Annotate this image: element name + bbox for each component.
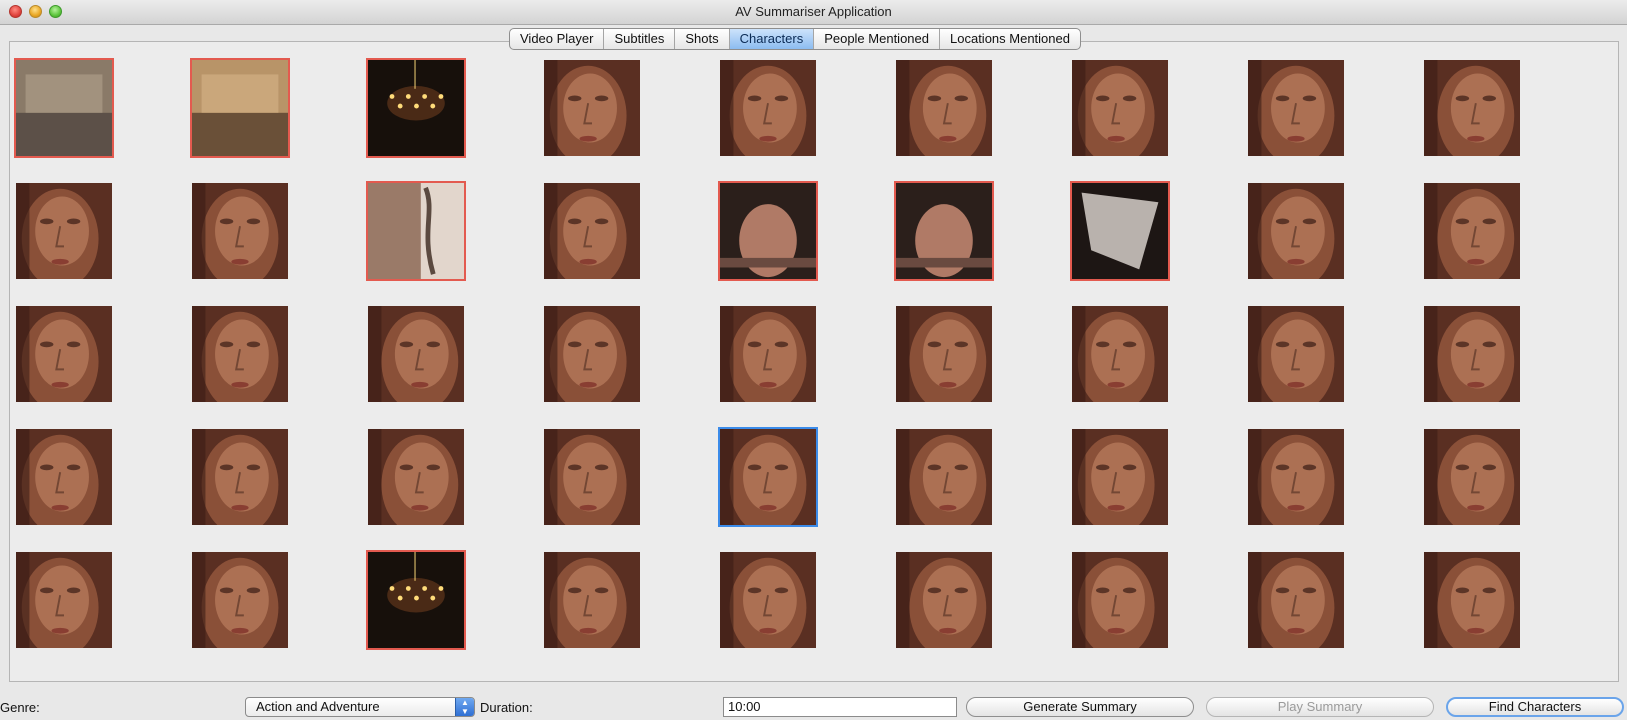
tab-subtitles[interactable]: Subtitles — [604, 29, 676, 49]
character-thumbnail[interactable] — [1246, 427, 1346, 527]
character-thumbnail[interactable] — [190, 58, 290, 158]
character-thumbnail[interactable] — [542, 304, 642, 404]
control-bar: Genre: Action and Adventure ▲ ▼ Duration:… — [0, 694, 1627, 720]
tab-shots[interactable]: Shots — [675, 29, 730, 49]
character-thumbnail[interactable] — [1246, 304, 1346, 404]
genre-select-value: Action and Adventure — [256, 699, 380, 714]
tab-bar: Video Player Subtitles Shots Characters Peop… — [509, 28, 1081, 50]
genre-select[interactable]: Action and Adventure ▲ ▼ — [245, 697, 475, 717]
character-thumbnail[interactable] — [894, 181, 994, 281]
character-thumbnail[interactable] — [366, 181, 466, 281]
tab-characters[interactable]: Characters — [729, 29, 815, 49]
character-thumbnail[interactable] — [366, 304, 466, 404]
character-thumbnail[interactable] — [366, 58, 466, 158]
character-thumbnail[interactable] — [1422, 550, 1522, 650]
character-thumbnail[interactable] — [1246, 58, 1346, 158]
character-thumbnail[interactable] — [190, 181, 290, 281]
character-thumbnail[interactable] — [1422, 58, 1522, 158]
character-thumbnail[interactable] — [894, 550, 994, 650]
character-thumbnail[interactable] — [14, 427, 114, 527]
tab-people-mentioned[interactable]: People Mentioned — [814, 29, 940, 49]
character-thumbnail[interactable] — [1246, 550, 1346, 650]
character-thumbnail[interactable] — [1422, 427, 1522, 527]
genre-label: Genre: — [0, 700, 40, 715]
character-thumbnail[interactable] — [366, 427, 466, 527]
generate-summary-button[interactable]: Generate Summary — [966, 697, 1194, 717]
character-thumbnail[interactable] — [718, 304, 818, 404]
tab-locations-mentioned[interactable]: Locations Mentioned — [940, 29, 1080, 49]
window-title: AV Summariser Application — [735, 4, 892, 19]
tab-video-player[interactable]: Video Player — [510, 29, 605, 49]
character-thumbnail[interactable] — [542, 58, 642, 158]
character-thumbnail[interactable] — [1070, 58, 1170, 158]
character-thumbnail[interactable] — [1422, 181, 1522, 281]
character-thumbnail[interactable] — [894, 427, 994, 527]
character-thumbnail[interactable] — [1070, 181, 1170, 281]
character-thumbnail[interactable] — [190, 304, 290, 404]
duration-label: Duration: — [480, 700, 533, 715]
character-thumbnail[interactable] — [542, 550, 642, 650]
character-thumbnail[interactable] — [1070, 427, 1170, 527]
app-window: AV Summariser Application Video Player Su… — [0, 0, 1627, 720]
character-thumbnail[interactable] — [1070, 550, 1170, 650]
character-thumbnail[interactable] — [366, 550, 466, 650]
character-thumbnail[interactable] — [14, 304, 114, 404]
character-thumbnail[interactable] — [14, 550, 114, 650]
character-thumbnail[interactable] — [190, 427, 290, 527]
title-bar: AV Summariser Application — [0, 0, 1627, 25]
character-thumbnail[interactable] — [14, 181, 114, 281]
play-summary-button[interactable]: Play Summary — [1206, 697, 1434, 717]
character-thumbnail[interactable] — [190, 550, 290, 650]
character-thumbnail[interactable] — [14, 58, 114, 158]
character-thumbnail[interactable] — [718, 427, 818, 527]
character-thumbnail[interactable] — [542, 427, 642, 527]
character-thumbnail[interactable] — [1422, 304, 1522, 404]
character-thumbnail[interactable] — [542, 181, 642, 281]
characters-panel — [9, 41, 1619, 682]
duration-field[interactable]: 10:00 — [723, 697, 957, 717]
character-thumbnail[interactable] — [894, 58, 994, 158]
find-characters-button[interactable]: Find Characters — [1446, 697, 1624, 717]
character-thumbnail[interactable] — [1070, 304, 1170, 404]
select-arrows-icon: ▲ ▼ — [455, 698, 474, 716]
character-thumbnail[interactable] — [718, 550, 818, 650]
character-thumbnail[interactable] — [1246, 181, 1346, 281]
character-thumbnail[interactable] — [718, 181, 818, 281]
character-thumbnail[interactable] — [894, 304, 994, 404]
character-thumbnail[interactable] — [718, 58, 818, 158]
